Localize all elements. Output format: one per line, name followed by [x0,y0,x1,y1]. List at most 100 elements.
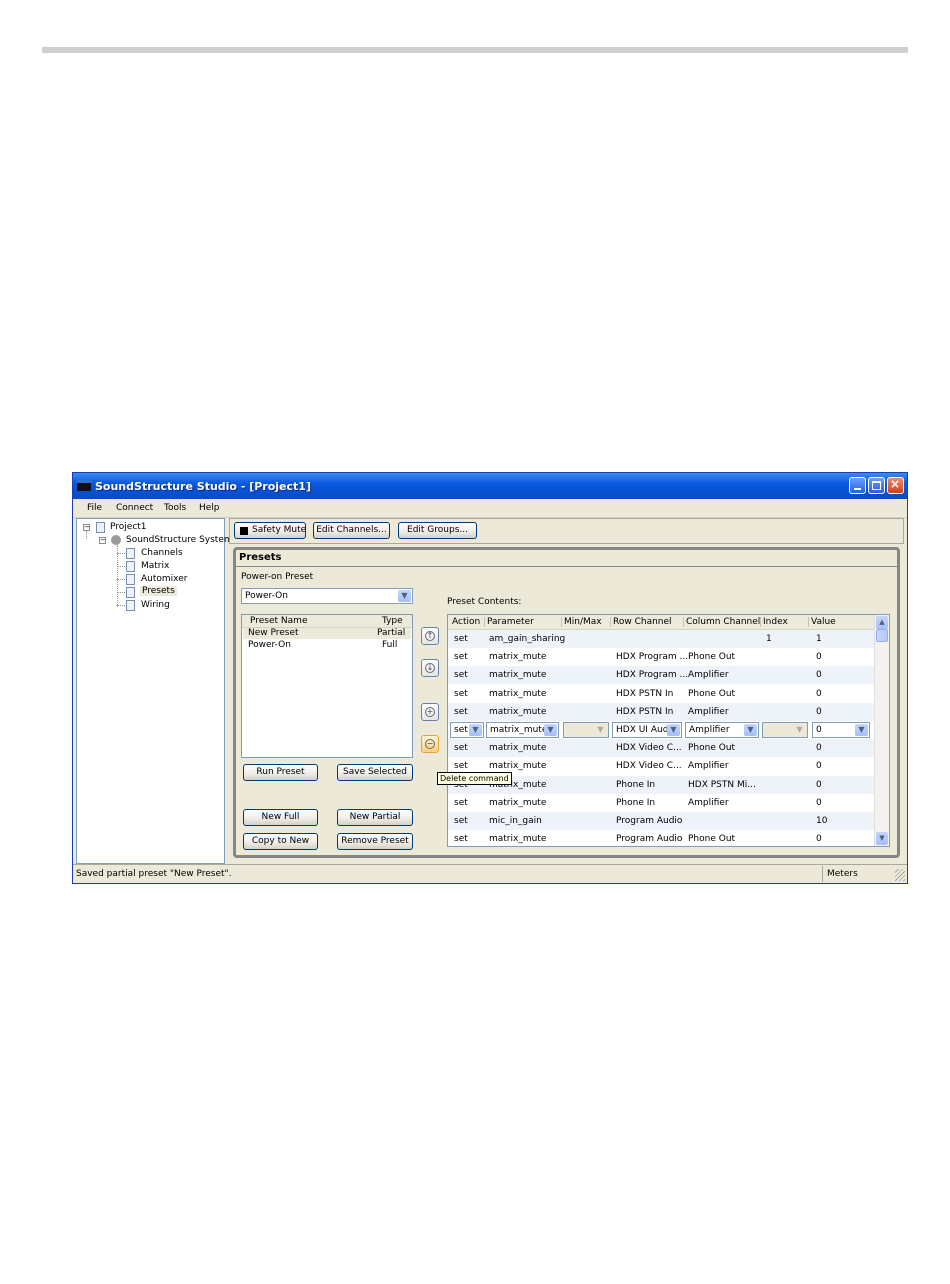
cell-parameter[interactable]: matrix_mute [489,798,546,808]
edit-channels-button[interactable]: Edit Channels... [313,522,390,539]
cell-parameter[interactable]: matrix_mute [489,834,546,844]
cell-value[interactable]: 0 [816,780,822,790]
add-command-button[interactable]: + [421,703,439,721]
edit-groups-button[interactable]: Edit Groups... [398,522,477,539]
cell-row[interactable]: HDX PSTN In [616,689,673,699]
chevron-down-icon[interactable]: ▼ [855,724,868,736]
new-full-button[interactable]: New Full [243,809,318,826]
delete-command-button[interactable]: − [421,735,439,753]
cell-col[interactable]: Phone Out [688,652,735,662]
col-action-header[interactable]: Action [452,617,480,627]
cell-col[interactable]: Amplifier [688,670,729,680]
cell-row[interactable]: HDX Program ... [616,652,688,662]
tree-item-system[interactable]: SoundStructure System [126,535,233,545]
cell-action[interactable]: set [454,670,468,680]
cell-parameter[interactable]: matrix_mute [489,707,546,717]
cell-value[interactable]: 1 [816,634,822,644]
cell-action[interactable]: set [454,707,468,717]
cell-row[interactable]: Program Audio [616,816,682,826]
new-partial-button[interactable]: New Partial [337,809,413,826]
col-index-header[interactable]: Index [763,617,788,627]
cell-row[interactable]: HDX Video C... [616,743,682,753]
tree-item-channels[interactable]: Channels [141,548,183,558]
power-on-select[interactable]: Power-On ▼ [241,588,413,604]
index-select[interactable]: ▼ [762,722,808,738]
cell-col[interactable]: Amplifier [688,761,729,771]
cell-parameter[interactable]: matrix_mute [489,761,546,771]
copy-to-new-button[interactable]: Copy to New [243,833,318,850]
table-row[interactable]: set matrix_mute HDX Video C... Amplifier 0 [448,757,876,775]
table-row[interactable]: setmatrix_mutePhone InHDX PSTN Mi...0 [448,775,876,794]
close-button[interactable]: × [887,477,904,494]
col-row-channel-header[interactable]: Row Channel [613,617,672,627]
table-row[interactable]: set ▼ matrix_mute ▼ ▼ HDX UI Audi ▼ Amplifier ▼ ▼… [448,721,876,739]
value-select[interactable]: 0 ▼ [812,722,870,738]
cell-row[interactable]: Phone In [616,798,655,808]
tree-item-wiring[interactable]: Wiring [141,600,170,610]
resize-grip-icon[interactable] [895,869,905,881]
cell-value[interactable]: 0 [816,689,822,699]
table-row[interactable]: set matrix_mute HDX Program ... Phone Out 0 [448,648,876,666]
col-value-header[interactable]: Value [811,617,836,627]
cell-index[interactable]: 1 [766,634,772,644]
cell-action[interactable]: set [454,689,468,699]
chevron-down-icon[interactable]: ▼ [744,724,757,736]
col-minmax-header[interactable]: Min/Max [564,617,602,627]
parameter-select[interactable]: matrix_mute ▼ [486,722,559,738]
preset-name[interactable]: Power-On [248,640,291,650]
move-up-button[interactable]: ↑ [421,627,439,645]
cell-parameter[interactable]: mic_in_gain [489,816,542,826]
cell-value[interactable]: 0 [816,670,822,680]
minimize-button[interactable] [849,477,866,494]
collapse-project-icon[interactable]: − [83,524,90,531]
cell-col[interactable]: Amplifier [688,798,729,808]
preset-list[interactable]: Preset Name Type New Preset Partial Powe… [241,614,413,758]
col-parameter-header[interactable]: Parameter [487,617,534,627]
chevron-down-icon[interactable]: ▼ [398,590,411,602]
menu-file[interactable]: File [87,503,102,513]
cell-row[interactable]: Program Audio [616,834,682,844]
cell-action[interactable]: set [454,761,468,771]
cell-action[interactable]: set [454,743,468,753]
action-select[interactable]: set ▼ [450,722,484,738]
cell-parameter[interactable]: am_gain_sharing [489,634,565,644]
cell-action[interactable]: set [454,634,468,644]
tree-item-matrix[interactable]: Matrix [141,561,169,571]
tree-item-presets[interactable]: Presets [140,586,177,596]
cell-col[interactable]: HDX PSTN Mi... [688,780,756,790]
cell-value[interactable]: 10 [816,816,827,826]
cell-parameter[interactable]: matrix_mute [489,670,546,680]
chevron-down-icon[interactable]: ▼ [469,724,482,736]
cell-col[interactable]: Phone Out [688,743,735,753]
save-selected-button[interactable]: Save Selected [337,764,413,781]
menu-tools[interactable]: Tools [164,503,186,513]
table-row[interactable]: set am_gain_sharing 1 1 [448,630,876,648]
cell-value[interactable]: 0 [816,761,822,771]
row-channel-select[interactable]: HDX UI Audi ▼ [612,722,682,738]
cell-col[interactable]: Phone Out [688,834,735,844]
minmax-select[interactable]: ▼ [563,722,609,738]
collapse-system-icon[interactable]: − [99,537,106,544]
preset-name[interactable]: New Preset [248,628,299,638]
cell-parameter[interactable]: matrix_mute [489,689,546,699]
column-channel-select[interactable]: Amplifier ▼ [685,722,759,738]
col-column-channel-header[interactable]: Column Channel [686,617,760,627]
move-down-button[interactable]: ↓ [421,659,439,677]
cell-value[interactable]: 0 [816,743,822,753]
cell-parameter[interactable]: matrix_mute [489,652,546,662]
cell-col[interactable]: Amplifier [688,707,729,717]
grid-vertical-scrollbar[interactable]: ▲ ▼ [874,615,889,846]
table-row[interactable]: set matrix_mute Phone In Amplifier 0 [448,794,876,812]
scroll-thumb[interactable] [876,629,888,642]
cell-action[interactable]: set [454,816,468,826]
cell-parameter[interactable]: matrix_mute [489,743,546,753]
cell-value[interactable]: 0 [816,652,822,662]
maximize-button[interactable] [868,477,885,494]
table-row[interactable]: set matrix_mute Program Audio Phone Out 0 [448,830,876,846]
chevron-down-icon[interactable]: ▼ [544,724,557,736]
table-row[interactable]: set matrix_mute HDX Program ... Amplifier 0 [448,666,876,685]
cell-row[interactable]: Phone In [616,780,655,790]
cell-row[interactable]: HDX Program ... [616,670,688,680]
chevron-down-icon[interactable]: ▼ [793,724,806,736]
scroll-up-icon[interactable]: ▲ [876,616,888,629]
